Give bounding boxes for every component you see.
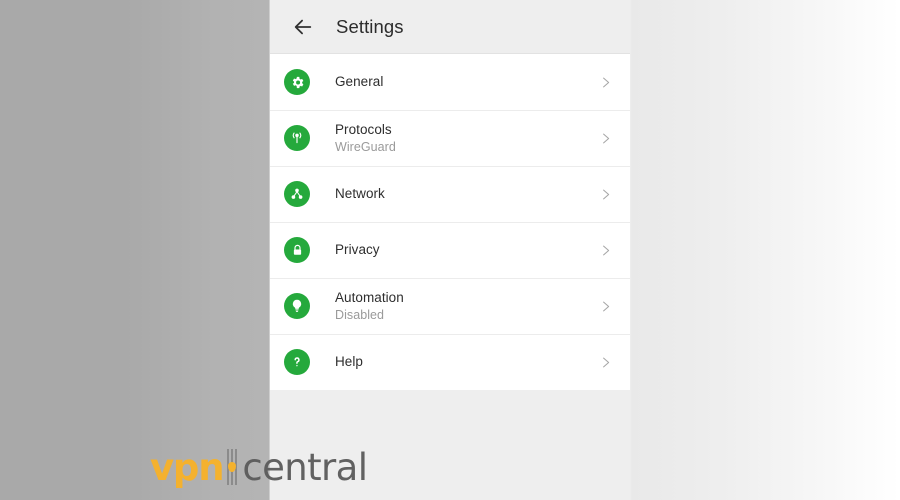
lock-icon: [284, 237, 310, 263]
back-button[interactable]: [286, 10, 320, 44]
settings-row-automation[interactable]: Automation Disabled: [270, 278, 630, 334]
settings-row-title: Privacy: [335, 242, 380, 257]
chevron-right-icon[interactable]: [596, 353, 614, 371]
question-mark-icon: [284, 349, 310, 375]
arrow-left-icon: [292, 16, 314, 38]
settings-row-title: General: [335, 74, 384, 89]
app-bar: Settings: [270, 0, 630, 53]
settings-row-text: Privacy: [335, 242, 596, 258]
settings-row-protocols[interactable]: Protocols WireGuard: [270, 110, 630, 166]
chevron-right-icon[interactable]: [596, 297, 614, 315]
settings-row-text: Help: [335, 354, 596, 370]
chevron-right-icon[interactable]: [596, 129, 614, 147]
network-nodes-icon: [284, 181, 310, 207]
settings-row-network[interactable]: Network: [270, 166, 630, 222]
settings-row-text: Protocols WireGuard: [335, 122, 596, 155]
gear-icon: [284, 69, 310, 95]
settings-row-subtitle: Disabled: [335, 307, 385, 322]
settings-row-title: Network: [335, 186, 385, 201]
lightbulb-icon: [284, 293, 310, 319]
chevron-right-icon[interactable]: [596, 73, 614, 91]
chevron-right-icon[interactable]: [596, 185, 614, 203]
settings-list: General Protocols WireGuard Network Priv…: [270, 53, 630, 390]
protocol-signal-icon: [284, 125, 310, 151]
settings-row-text: General: [335, 74, 596, 90]
settings-row-general[interactable]: General: [270, 54, 630, 110]
settings-row-privacy[interactable]: Privacy: [270, 222, 630, 278]
chevron-right-icon[interactable]: [596, 241, 614, 259]
settings-row-text: Network: [335, 186, 596, 202]
settings-row-title: Protocols: [335, 121, 392, 137]
settings-row-text: Automation Disabled: [335, 290, 596, 323]
phone-screen: Settings General Protocols WireGuard Net…: [270, 0, 630, 500]
settings-row-subtitle: WireGuard: [335, 139, 396, 154]
settings-row-title: Automation: [335, 289, 404, 305]
settings-row-help[interactable]: Help: [270, 334, 630, 390]
page-title: Settings: [336, 15, 404, 37]
settings-row-title: Help: [335, 354, 363, 369]
